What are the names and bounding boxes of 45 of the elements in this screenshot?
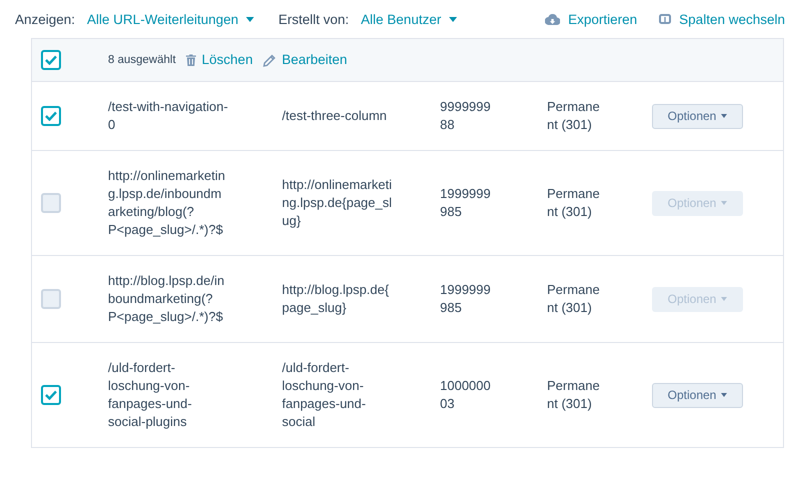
checkbox[interactable] bbox=[41, 106, 61, 126]
options-button[interactable]: Optionen bbox=[652, 104, 743, 128]
target-url: http://blog.lpsp.de{page_slug} bbox=[282, 281, 390, 317]
caret-icon bbox=[721, 201, 728, 205]
redirect-type: Permanent (301) bbox=[547, 377, 601, 413]
switch-columns-button[interactable]: Spalten wechseln bbox=[659, 12, 785, 26]
target-url: http://onlinemarketing.lpsp.de{page_slug} bbox=[282, 176, 393, 230]
pencil-icon bbox=[262, 54, 276, 66]
delete-button[interactable]: Löschen bbox=[186, 51, 253, 69]
redirect-type: Permanent (301) bbox=[547, 185, 601, 221]
check-icon bbox=[45, 390, 57, 400]
selection-count: 8 ausgewählt bbox=[108, 53, 176, 68]
filter-dropdown[interactable]: Alle Benutzer bbox=[360, 12, 458, 26]
checkbox[interactable] bbox=[41, 385, 61, 405]
target-url: /uld-fordert-loschung-von-fanpages-und-social bbox=[282, 359, 367, 431]
checkbox[interactable] bbox=[41, 50, 61, 70]
caret-icon bbox=[721, 297, 728, 301]
edit-button[interactable]: Bearbeiten bbox=[262, 51, 348, 69]
redirect-type: Permanent (301) bbox=[547, 281, 601, 317]
caret-icon bbox=[246, 16, 254, 22]
filter-label: Erstellt von: bbox=[278, 12, 349, 26]
source-url: /uld-fordert-loschung-von-fanpages-und-social-plugins bbox=[108, 359, 193, 431]
table-cell-text: 100000003 bbox=[440, 377, 492, 413]
options-button[interactable]: Optionen bbox=[652, 382, 743, 408]
checkbox[interactable] bbox=[41, 193, 61, 213]
filter-label: Anzeigen: bbox=[15, 12, 76, 26]
caret-icon bbox=[449, 16, 458, 22]
table-cell-text: 999999988 bbox=[440, 98, 492, 134]
checkbox[interactable] bbox=[41, 289, 61, 309]
export-button[interactable]: Exportieren bbox=[545, 12, 638, 26]
columns-icon bbox=[659, 14, 672, 24]
redirect-type: Permanent (301) bbox=[547, 98, 601, 134]
check-icon bbox=[45, 55, 57, 65]
check-icon bbox=[45, 111, 57, 121]
source-url: /test-with-navigation-0 bbox=[108, 98, 228, 134]
caret-icon bbox=[721, 114, 728, 118]
target-url: /test-three-column bbox=[282, 107, 388, 125]
cloud-download-icon bbox=[545, 14, 560, 24]
caret-icon bbox=[721, 393, 728, 397]
filter-dropdown[interactable]: Alle URL-Weiterleitungen bbox=[87, 12, 254, 26]
trash-icon bbox=[186, 54, 196, 66]
source-url: http://onlinemarketing.lpsp.de/inboundmarketing/blog(?P<page_slug>/.*)?$ bbox=[108, 167, 226, 239]
table-cell-text: 1999999985 bbox=[440, 185, 492, 221]
source-url: http://blog.lpsp.de/inboundmarketing(?P<page_slug>/.*)?$ bbox=[108, 272, 226, 326]
table-cell-text: 1999999985 bbox=[440, 281, 492, 317]
